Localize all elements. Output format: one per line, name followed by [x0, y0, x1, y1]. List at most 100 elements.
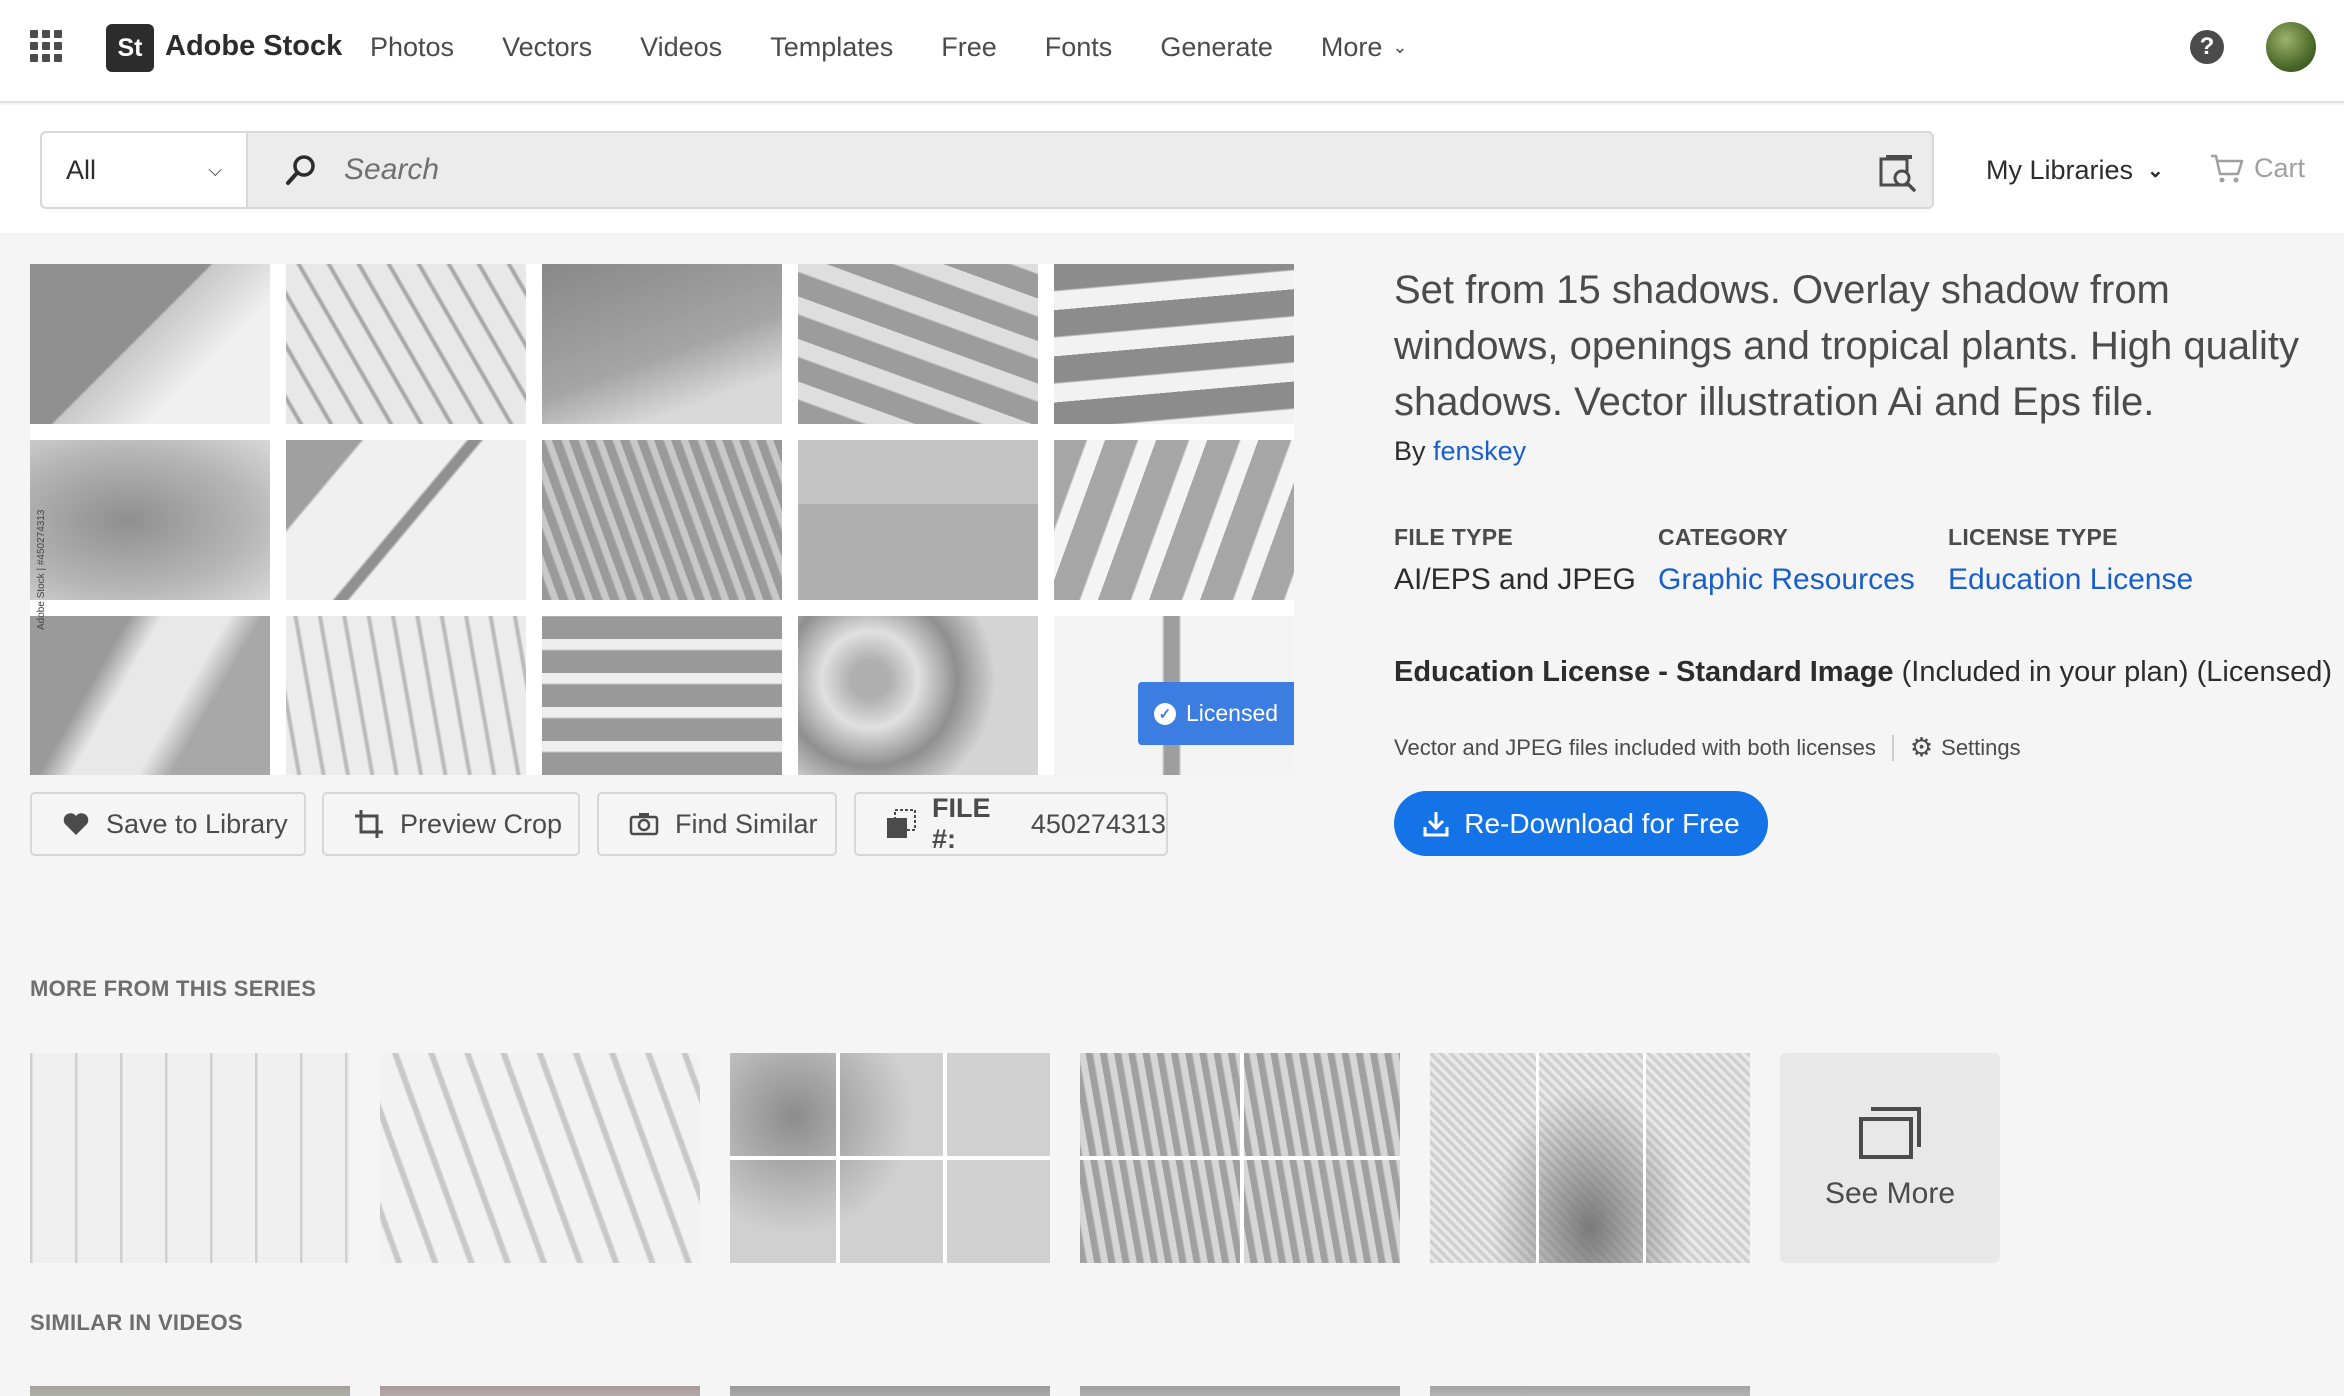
license-type-link[interactable]: Education License	[1948, 563, 2193, 597]
download-icon	[1422, 810, 1450, 838]
thumbnail-grid-line	[1240, 1053, 1244, 1263]
thumbnail-grid-line	[943, 1053, 947, 1263]
nav-link-photos[interactable]: Photos	[370, 32, 454, 63]
chevron-down-icon: ⌄	[1392, 37, 1408, 57]
search-row: All ⌵ My Libraries ⌄ Cart	[0, 105, 2344, 233]
search-scope-dropdown[interactable]: All ⌵	[42, 133, 248, 207]
shadow-tile	[286, 264, 526, 424]
help-icon[interactable]: ?	[2190, 30, 2224, 64]
chevron-down-icon: ⌄	[2147, 160, 2164, 182]
cart-button[interactable]: Cart	[2210, 153, 2305, 184]
user-avatar[interactable]	[2266, 22, 2316, 72]
thumbnail-grid-line	[730, 1156, 1050, 1160]
search-scope-value: All	[66, 154, 97, 185]
file-type-value: AI/EPS and JPEG	[1394, 563, 1636, 596]
thumbnail-grid-line	[836, 1053, 840, 1263]
nav-more-label: More	[1320, 32, 1383, 62]
visual-search-icon[interactable]	[1878, 153, 1918, 193]
cart-label: Cart	[2254, 153, 2306, 183]
cart-icon	[2211, 154, 2244, 182]
shadow-tile	[798, 440, 1038, 600]
video-thumbnail[interactable]	[380, 1386, 700, 1396]
nav-link-vectors[interactable]: Vectors	[502, 32, 592, 63]
settings-link[interactable]: Settings	[1941, 735, 2021, 761]
license-type-block: LICENSE TYPE Education License	[1948, 524, 2193, 597]
by-label: By	[1394, 436, 1426, 466]
find-similar-label: Find Similar	[675, 808, 818, 839]
copy-icon	[886, 809, 916, 839]
shadow-tile	[30, 616, 270, 775]
license-note: (Included in your plan) (Licensed)	[1901, 656, 2333, 688]
re-download-label: Re-Download for Free	[1464, 807, 1740, 839]
shadow-tile	[286, 440, 526, 600]
category-link[interactable]: Graphic Resources	[1658, 563, 1915, 597]
series-thumbnail[interactable]	[1080, 1053, 1400, 1263]
preview-crop-label: Preview Crop	[400, 808, 563, 839]
shadow-tile	[798, 264, 1038, 424]
author-link[interactable]: fenskey	[1433, 436, 1526, 466]
my-libraries-dropdown[interactable]: My Libraries ⌄	[1986, 155, 2164, 186]
files-note: Vector and JPEG files included with both…	[1394, 734, 1876, 760]
nav-link-videos[interactable]: Videos	[640, 32, 722, 63]
adobe-stock-logo-text[interactable]: Adobe Stock	[165, 30, 342, 63]
videos-heading: SIMILAR IN VIDEOS	[30, 1310, 243, 1335]
license-type-label: LICENSE TYPE	[1948, 524, 2118, 550]
file-number-button[interactable]: FILE #: 450274313	[854, 792, 1168, 856]
nav-link-more[interactable]: More ⌄	[1321, 32, 1408, 63]
side-watermark: Adobe Stock | #450274313	[36, 509, 47, 630]
video-thumbnail[interactable]	[1430, 1386, 1750, 1396]
nav-links: Photos Vectors Videos Templates Free Fon…	[370, 32, 1456, 63]
shadow-tile	[30, 440, 270, 600]
shadow-tile	[1054, 264, 1294, 424]
series-thumbnail[interactable]	[1430, 1053, 1750, 1263]
divider	[1891, 734, 1894, 761]
nav-link-fonts[interactable]: Fonts	[1045, 32, 1113, 63]
licensed-label: Licensed	[1185, 700, 1279, 726]
find-similar-button[interactable]: Find Similar	[597, 792, 837, 856]
see-more-label: See More	[1824, 1177, 1956, 1210]
series-thumbnail[interactable]	[380, 1053, 700, 1263]
shadow-tile	[286, 616, 526, 775]
file-type-block: FILE TYPE AI/EPS and JPEG	[1394, 524, 1636, 597]
file-number-value: 450274313	[1030, 808, 1166, 839]
series-thumbnail[interactable]	[730, 1053, 1050, 1263]
preview-crop-button[interactable]: Preview Crop	[322, 792, 580, 856]
heart-icon	[62, 811, 90, 837]
my-libraries-label: My Libraries	[1986, 155, 2134, 185]
save-to-library-button[interactable]: Save to Library	[30, 792, 306, 856]
shadow-tile	[1054, 440, 1294, 600]
thumbnail-shadow	[1490, 1083, 1690, 1263]
series-thumbnail[interactable]	[30, 1053, 350, 1263]
thumbnail-grid-line	[1643, 1053, 1646, 1263]
adobe-stock-logo-mark[interactable]: St	[106, 24, 154, 72]
asset-byline: By fenskey	[1394, 436, 1526, 467]
video-thumbnail[interactable]	[730, 1386, 1050, 1396]
file-number-label: FILE #:	[932, 793, 991, 854]
nav-link-generate[interactable]: Generate	[1160, 32, 1273, 63]
category-label: CATEGORY	[1658, 524, 1789, 550]
asset-title: Set from 15 shadows. Overlay shadow from…	[1394, 268, 2299, 424]
asset-preview-image[interactable]	[30, 264, 1294, 775]
app-switcher-icon[interactable]	[30, 30, 62, 62]
video-thumbnail[interactable]	[30, 1386, 350, 1396]
stack-icon	[1859, 1107, 1921, 1159]
licensed-badge: ✓ Licensed	[1138, 682, 1294, 745]
video-thumbnail[interactable]	[1080, 1386, 1400, 1396]
file-type-label: FILE TYPE	[1394, 524, 1513, 550]
nav-link-templates[interactable]: Templates	[770, 32, 893, 63]
see-more-button[interactable]: See More	[1780, 1053, 2000, 1263]
crop-icon	[354, 809, 384, 839]
shadow-tile	[542, 264, 782, 424]
gear-icon[interactable]: ⚙	[1910, 732, 1933, 763]
shadow-tile	[798, 616, 1038, 775]
shadow-tile	[542, 616, 782, 775]
re-download-button[interactable]: Re-Download for Free	[1394, 791, 1768, 856]
search-input[interactable]	[344, 153, 1644, 187]
camera-icon	[629, 812, 659, 836]
license-summary: Education License - Standard Image (Incl…	[1394, 656, 2332, 689]
shadow-tile	[542, 440, 782, 600]
search-bar: All ⌵	[40, 131, 1934, 209]
license-name: Education License - Standard Image	[1394, 656, 1894, 688]
nav-link-free[interactable]: Free	[941, 32, 997, 63]
license-sub-line: Vector and JPEG files included with both…	[1394, 732, 2021, 763]
